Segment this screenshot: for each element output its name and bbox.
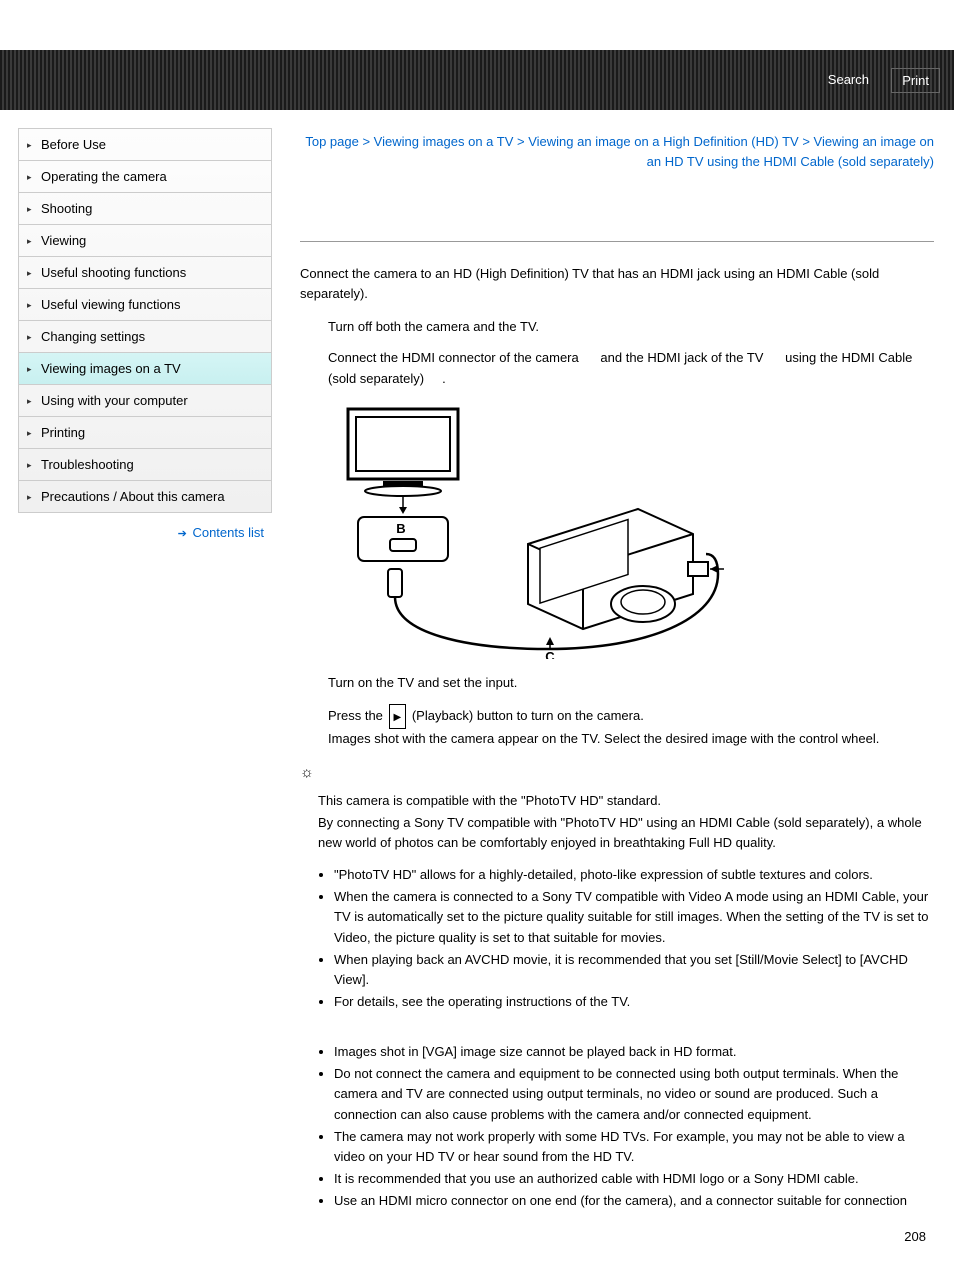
- nav-item-precautions[interactable]: Precautions / About this camera: [19, 481, 271, 512]
- step-4: Press the (Playback) button to turn on t…: [328, 704, 934, 750]
- note-bullet: Do not connect the camera and equipment …: [334, 1064, 934, 1124]
- contents-list-link[interactable]: Contents list: [192, 525, 264, 540]
- playback-icon: [389, 704, 407, 729]
- nav-item-viewing[interactable]: Viewing: [19, 225, 271, 257]
- note-bullets: Images shot in [VGA] image size cannot b…: [300, 1042, 934, 1211]
- divider: [300, 241, 934, 242]
- nav-item-before-use[interactable]: Before Use: [19, 129, 271, 161]
- breadcrumb-part[interactable]: Viewing an image on a High Definition (H…: [528, 134, 799, 149]
- nav-item-printing[interactable]: Printing: [19, 417, 271, 449]
- label-b: B: [396, 521, 405, 536]
- nav-item-using-computer[interactable]: Using with your computer: [19, 385, 271, 417]
- print-button[interactable]: Print: [891, 68, 940, 93]
- breadcrumb-part[interactable]: Viewing images on a TV: [374, 134, 514, 149]
- search-button[interactable]: Search: [818, 68, 879, 91]
- sidebar: Before Use Operating the camera Shooting…: [0, 110, 272, 1264]
- step-1: Turn off both the camera and the TV.: [328, 317, 934, 338]
- tip-text: This camera is compatible with the "Phot…: [318, 791, 934, 811]
- main-content: Top page > Viewing images on a TV > View…: [272, 110, 954, 1264]
- breadcrumb: Top page > Viewing images on a TV > View…: [300, 132, 934, 171]
- note-bullet: Images shot in [VGA] image size cannot b…: [334, 1042, 934, 1062]
- nav-item-operating-camera[interactable]: Operating the camera: [19, 161, 271, 193]
- page-header: Search Print: [0, 50, 954, 110]
- steps: Turn off both the camera and the TV. Con…: [300, 317, 934, 750]
- breadcrumb-part[interactable]: Top page: [305, 134, 359, 149]
- arrow-right-icon: ➔: [178, 528, 187, 540]
- nav-item-useful-shooting[interactable]: Useful shooting functions: [19, 257, 271, 289]
- tip-bullet: When playing back an AVCHD movie, it is …: [334, 950, 934, 990]
- nav-item-shooting[interactable]: Shooting: [19, 193, 271, 225]
- tip-bullet: "PhotoTV HD" allows for a highly-detaile…: [334, 865, 934, 885]
- note-bullet: Use an HDMI micro connector on one end (…: [334, 1191, 934, 1211]
- label-c: C: [545, 649, 555, 659]
- nav-item-viewing-tv[interactable]: Viewing images on a TV: [19, 353, 271, 385]
- tip-icon: ☼: [300, 764, 934, 781]
- nav-item-troubleshooting[interactable]: Troubleshooting: [19, 449, 271, 481]
- tip-bullets: "PhotoTV HD" allows for a highly-detaile…: [300, 865, 934, 1012]
- tip-text: By connecting a Sony TV compatible with …: [318, 813, 934, 853]
- tip-bullet: For details, see the operating instructi…: [334, 992, 934, 1012]
- page-number: 208: [300, 1229, 934, 1244]
- step-3: Turn on the TV and set the input.: [328, 673, 934, 694]
- tip-bullet: When the camera is connected to a Sony T…: [334, 887, 934, 947]
- contents-list-wrapper: ➔ Contents list: [18, 525, 272, 540]
- note-bullet: The camera may not work properly with so…: [334, 1127, 934, 1167]
- step-2: Connect the HDMI connector of the camera…: [328, 348, 934, 390]
- note-bullet: It is recommended that you use an author…: [334, 1169, 934, 1189]
- intro-text: Connect the camera to an HD (High Defini…: [300, 264, 934, 303]
- connection-diagram: B A: [328, 399, 728, 659]
- nav-item-changing-settings[interactable]: Changing settings: [19, 321, 271, 353]
- nav-list: Before Use Operating the camera Shooting…: [18, 128, 272, 513]
- nav-item-useful-viewing[interactable]: Useful viewing functions: [19, 289, 271, 321]
- tip-block: This camera is compatible with the "Phot…: [300, 787, 934, 861]
